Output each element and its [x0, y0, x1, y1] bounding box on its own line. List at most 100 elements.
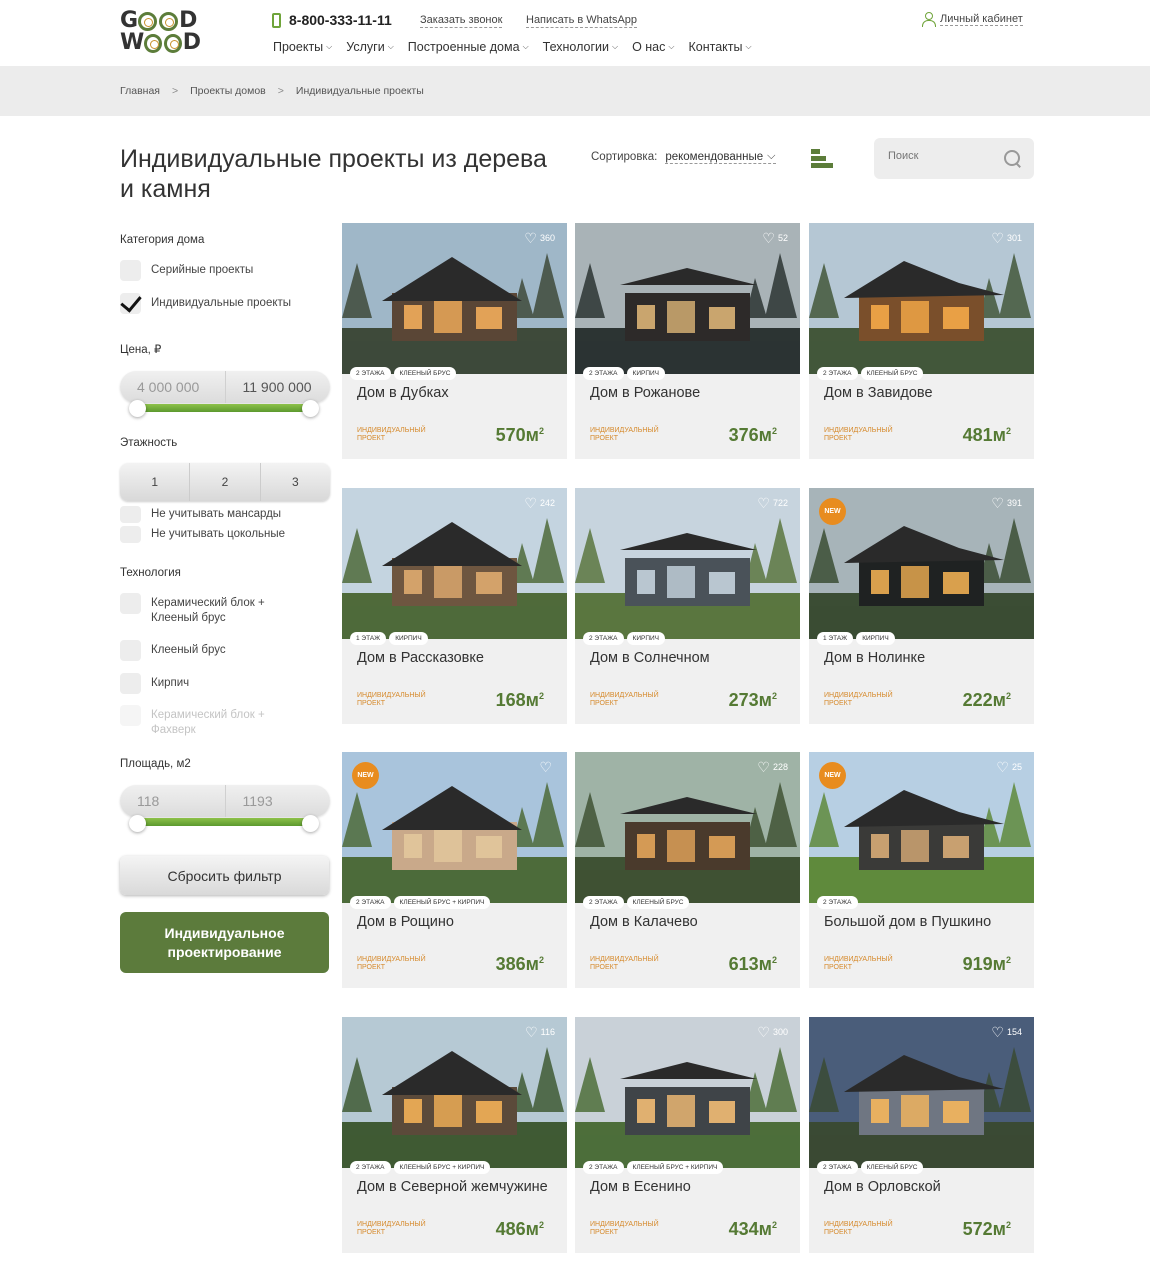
search-input[interactable]	[888, 150, 998, 162]
project-card[interactable]: ♡ 116 2 ЭТАЖА КЛЕЕНЫЙ БРУС + КИРПИЧ Дом в Се…	[342, 1017, 567, 1253]
project-name[interactable]: Дом в Рощино	[357, 914, 552, 930]
area-slider-max-handle[interactable]	[302, 815, 319, 832]
project-type: ИНДИВИДУАЛЬНЫЙ ПРОЕКТ	[357, 427, 426, 442]
whatsapp-link[interactable]: Написать в WhatsApp	[526, 14, 638, 28]
favorite-button[interactable]: ♡ 154	[991, 1025, 1022, 1039]
reset-filter-button[interactable]: Сбросить фильтр	[120, 856, 329, 895]
tags: 2 ЭТАЖА КЛЕЕНЫЙ БРУС	[583, 896, 690, 909]
project-card[interactable]: ♡ 300 2 ЭТАЖА КЛЕЕНЫЙ БРУС + КИРПИЧ Дом в Ес…	[575, 1017, 800, 1253]
sort-order-icon[interactable]	[811, 148, 835, 172]
heart-icon: ♡	[757, 759, 770, 775]
favorite-button[interactable]: ♡ 722	[757, 496, 788, 510]
cabinet-label: Личный кабинет	[940, 12, 1023, 26]
project-name[interactable]: Дом в Рожанове	[590, 385, 785, 401]
favorite-button[interactable]: ♡ 228	[757, 760, 788, 774]
project-card[interactable]: NEW ♡ 2 ЭТАЖА КЛЕЕНЫЙ БРУС + КИРПИЧ Дом в Ро…	[342, 752, 567, 988]
checkbox-tech-glulam[interactable]: Клееный брус	[120, 640, 226, 661]
checkbox-no-attic[interactable]: Не учитывать мансарды	[120, 506, 281, 523]
project-name[interactable]: Дом в Солнечном	[590, 650, 785, 666]
breadcrumb-item[interactable]: Главная	[120, 85, 160, 97]
project-card[interactable]: ♡ 228 2 ЭТАЖА КЛЕЕНЫЙ БРУС Дом в Калачево ИНД…	[575, 752, 800, 988]
tag: 1 ЭТАЖ	[817, 632, 854, 645]
favorite-button[interactable]: ♡ 300	[757, 1025, 788, 1039]
nav-item[interactable]: Контакты ⌵	[688, 40, 751, 54]
price-max[interactable]: 11 900 000	[224, 371, 331, 403]
favorite-button[interactable]: ♡ 242	[524, 496, 555, 510]
checkbox-no-basement[interactable]: Не учитывать цокольные	[120, 526, 285, 543]
project-name[interactable]: Дом в Дубках	[357, 385, 552, 401]
price-min[interactable]: 4 000 000	[120, 371, 225, 403]
project-name[interactable]: Дом в Орловской	[824, 1179, 1019, 1195]
project-card[interactable]: NEW ♡ 25 2 ЭТАЖА Большой дом в Пушкино ИНДИВИ…	[809, 752, 1034, 988]
project-name[interactable]: Дом в Завидове	[824, 385, 1019, 401]
project-name[interactable]: Дом в Рассказовке	[357, 650, 552, 666]
tag: 1 ЭТАЖ	[350, 632, 387, 645]
checkbox-tech-ceramic-glulam[interactable]: Керамический блок + Клееный брус	[120, 593, 320, 626]
project-card[interactable]: NEW ♡ 391 1 ЭТАЖ КИРПИЧ Дом в Нолинке ИНДИВИДУ…	[809, 488, 1034, 724]
area-min[interactable]: 118	[120, 785, 225, 817]
favorite-button[interactable]: ♡ 360	[524, 231, 555, 245]
checkbox[interactable]	[120, 593, 141, 614]
project-card[interactable]: ♡ 722 2 ЭТАЖА КИРПИЧ Дом в Солнечном ИНДИВИДУ…	[575, 488, 800, 724]
phone-number[interactable]: 8-800-333-11-11	[289, 12, 392, 28]
favorite-button[interactable]: ♡ 52	[762, 231, 788, 245]
project-card[interactable]: ♡ 360 2 ЭТАЖА КЛЕЕНЫЙ БРУС Дом в Дубках ИНДИВ…	[342, 223, 567, 459]
project-card[interactable]: ♡ 301 2 ЭТАЖА КЛЕЕНЫЙ БРУС Дом в Завидове ИНД…	[809, 223, 1034, 459]
sort-control[interactable]: Сортировка: рекомендованные ⌵	[591, 150, 776, 164]
checkbox[interactable]	[120, 640, 141, 661]
project-card[interactable]: ♡ 242 1 ЭТАЖ КИРПИЧ Дом в Рассказовке ИНДИВИД…	[342, 488, 567, 724]
price-slider-min-handle[interactable]	[129, 400, 146, 417]
tag: 2 ЭТАЖА	[583, 896, 624, 909]
area-slider-min-handle[interactable]	[129, 815, 146, 832]
project-name[interactable]: Дом в Северной жемчужине	[357, 1179, 552, 1195]
chevron-down-icon: ⌵	[767, 150, 776, 162]
sort-dropdown[interactable]: рекомендованные ⌵	[665, 150, 776, 164]
nav-item[interactable]: Проекты ⌵	[273, 40, 332, 54]
floor-option-1[interactable]: 1	[120, 463, 189, 501]
likes-count: 116	[540, 1027, 555, 1037]
tag: 2 ЭТАЖА	[817, 896, 858, 909]
logo[interactable]: GD WD	[120, 10, 201, 54]
nav-item[interactable]: Услуги ⌵	[346, 40, 394, 54]
checkbox-individual[interactable]: Индивидуальные проекты	[120, 293, 291, 314]
project-name[interactable]: Дом в Есенино	[590, 1179, 785, 1195]
nav-item[interactable]: Технологии ⌵	[543, 40, 618, 54]
project-type: ИНДИВИДУАЛЬНЫЙ ПРОЕКТ	[824, 427, 893, 442]
nav-item[interactable]: О нас ⌵	[632, 40, 674, 54]
project-name[interactable]: Дом в Нолинке	[824, 650, 1019, 666]
floor-option-3[interactable]: 3	[259, 463, 330, 501]
tag: КИРПИЧ	[626, 632, 666, 645]
checkbox-checked[interactable]	[120, 293, 141, 314]
search-icon[interactable]	[1004, 150, 1022, 168]
heart-icon: ♡	[991, 230, 1004, 246]
favorite-button[interactable]: ♡ 25	[996, 760, 1022, 774]
area-max[interactable]: 1193	[224, 785, 331, 817]
checkbox[interactable]	[120, 526, 141, 543]
floor-option-2[interactable]: 2	[189, 463, 259, 501]
callback-link[interactable]: Заказать звонок	[420, 14, 503, 28]
project-name[interactable]: Дом в Калачево	[590, 914, 785, 930]
favorite-button[interactable]: ♡ 116	[525, 1025, 555, 1039]
project-area: 168м2	[495, 690, 544, 710]
project-type: ИНДИВИДУАЛЬНЫЙ ПРОЕКТ	[590, 1221, 659, 1236]
individual-design-button[interactable]: Индивидуальное проектирование	[120, 912, 329, 973]
checkbox[interactable]	[120, 673, 141, 694]
tag: КЛЕЕНЫЙ БРУС + КИРПИЧ	[393, 1161, 491, 1174]
project-card[interactable]: ♡ 52 2 ЭТАЖА КИРПИЧ Дом в Рожанове ИНДИВИДУАЛ…	[575, 223, 800, 459]
cabinet-link[interactable]: Личный кабинет	[922, 12, 1023, 27]
project-area: 273м2	[728, 690, 777, 710]
checkbox-tech-brick[interactable]: Кирпич	[120, 673, 189, 694]
favorite-button[interactable]: ♡ 391	[991, 496, 1022, 510]
checkbox[interactable]	[120, 506, 141, 523]
project-card[interactable]: ♡ 154 2 ЭТАЖА КЛЕЕНЫЙ БРУС Дом в Орловской ИН…	[809, 1017, 1034, 1253]
breadcrumb-item[interactable]: Проекты домов	[190, 85, 266, 97]
favorite-button[interactable]: ♡ 301	[991, 231, 1022, 245]
price-slider-max-handle[interactable]	[302, 400, 319, 417]
tag: 2 ЭТАЖА	[350, 367, 391, 380]
checkbox-serial[interactable]: Серийные проекты	[120, 260, 253, 281]
phone-block[interactable]: 8-800-333-11-11	[272, 12, 392, 28]
project-name[interactable]: Большой дом в Пушкино	[824, 914, 1019, 930]
nav-item[interactable]: Построенные дома ⌵	[408, 40, 529, 54]
favorite-button[interactable]: ♡	[539, 760, 555, 774]
checkbox[interactable]	[120, 260, 141, 281]
